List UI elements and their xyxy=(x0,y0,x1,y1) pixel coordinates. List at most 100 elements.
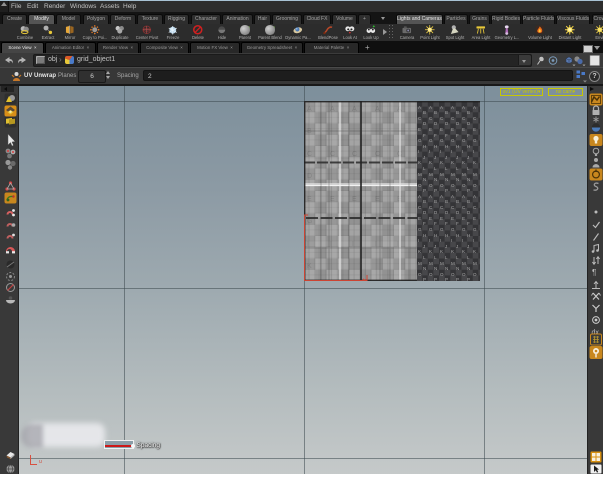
svg-text:M: M xyxy=(440,172,444,177)
svg-text:A: A xyxy=(440,105,443,110)
svg-text:N: N xyxy=(445,266,448,271)
svg-text:G: G xyxy=(462,138,466,143)
svg-text:K: K xyxy=(462,249,465,254)
svg-text:M: M xyxy=(429,172,433,177)
svg-text:I: I xyxy=(429,238,430,243)
svg-text:B: B xyxy=(467,110,470,115)
svg-text:F: F xyxy=(456,221,459,226)
svg-text:B: B xyxy=(434,199,437,204)
svg-text:A: A xyxy=(418,105,421,110)
svg-text:E: E xyxy=(451,127,454,132)
svg-text:H: H xyxy=(467,144,470,149)
svg-text:B: B xyxy=(423,199,426,204)
svg-text:M: M xyxy=(462,172,466,177)
svg-text:E: E xyxy=(440,127,443,132)
svg-text:P: P xyxy=(445,188,448,193)
svg-text:J: J xyxy=(445,244,447,249)
svg-text:A: A xyxy=(429,105,432,110)
svg-text:A: A xyxy=(440,194,443,199)
svg-text:M: M xyxy=(418,261,422,266)
svg-text:K: K xyxy=(451,160,454,165)
svg-text:E: E xyxy=(462,216,465,221)
svg-text:H: H xyxy=(445,144,448,149)
svg-text:G: G xyxy=(418,138,422,143)
svg-text:K: K xyxy=(440,160,443,165)
svg-text:P: P xyxy=(434,188,437,193)
svg-text:O: O xyxy=(462,183,466,188)
svg-text:E: E xyxy=(418,127,421,132)
svg-text:O: O xyxy=(429,183,433,188)
svg-text:M: M xyxy=(418,172,422,177)
svg-text:J: J xyxy=(434,155,436,160)
svg-text:B: B xyxy=(456,110,459,115)
svg-text:K: K xyxy=(429,249,432,254)
svg-text:P: P xyxy=(456,277,459,281)
svg-text:B: B xyxy=(467,199,470,204)
svg-text:P: P xyxy=(467,277,470,281)
svg-text:E: E xyxy=(418,216,421,221)
svg-text:H: H xyxy=(434,144,437,149)
svg-text:K: K xyxy=(429,160,432,165)
svg-text:I: I xyxy=(473,149,474,154)
svg-text:A: A xyxy=(462,194,465,199)
svg-text:K: K xyxy=(440,249,443,254)
svg-text:G: G xyxy=(473,227,477,232)
svg-text:J: J xyxy=(467,244,469,249)
svg-text:A: A xyxy=(418,194,421,199)
svg-text:G: G xyxy=(462,227,466,232)
svg-text:E: E xyxy=(440,216,443,221)
svg-text:K: K xyxy=(473,160,476,165)
svg-text:N: N xyxy=(445,177,448,182)
svg-text:I: I xyxy=(462,149,463,154)
svg-text:F: F xyxy=(467,221,470,226)
svg-text:I: I xyxy=(418,238,419,243)
svg-text:F: F xyxy=(456,133,459,138)
svg-text:I: I xyxy=(451,238,452,243)
svg-text:O: O xyxy=(473,272,477,277)
svg-text:M: M xyxy=(440,261,444,266)
svg-text:I: I xyxy=(440,149,441,154)
svg-text:H: H xyxy=(467,233,470,238)
svg-text:G: G xyxy=(440,138,444,143)
svg-text:M: M xyxy=(429,261,433,266)
svg-text:P: P xyxy=(456,188,459,193)
svg-text:F: F xyxy=(434,133,437,138)
svg-text:I: I xyxy=(473,238,474,243)
svg-text:B: B xyxy=(456,199,459,204)
svg-text:B: B xyxy=(434,110,437,115)
svg-text:K: K xyxy=(473,249,476,254)
svg-text:M: M xyxy=(462,261,466,266)
svg-text:I: I xyxy=(440,238,441,243)
svg-text:N: N xyxy=(467,177,470,182)
svg-text:P: P xyxy=(423,277,426,281)
svg-text:F: F xyxy=(445,221,448,226)
svg-text:H: H xyxy=(434,233,437,238)
svg-text:G: G xyxy=(418,227,422,232)
svg-text:O: O xyxy=(473,183,477,188)
svg-text:I: I xyxy=(429,149,430,154)
svg-text:H: H xyxy=(456,144,459,149)
svg-text:J: J xyxy=(445,155,447,160)
svg-text:H: H xyxy=(445,233,448,238)
svg-text:J: J xyxy=(456,244,458,249)
svg-text:N: N xyxy=(467,266,470,271)
svg-text:G: G xyxy=(429,138,433,143)
svg-text:B: B xyxy=(445,110,448,115)
svg-text:A: A xyxy=(451,105,454,110)
svg-text:P: P xyxy=(423,188,426,193)
svg-text:A: A xyxy=(473,194,476,199)
svg-text:B: B xyxy=(445,199,448,204)
svg-text:M: M xyxy=(473,261,477,266)
svg-text:K: K xyxy=(418,249,421,254)
svg-text:A: A xyxy=(462,105,465,110)
svg-text:K: K xyxy=(462,160,465,165)
svg-text:F: F xyxy=(467,133,470,138)
svg-text:F: F xyxy=(434,221,437,226)
svg-text:M: M xyxy=(451,172,455,177)
svg-text:E: E xyxy=(429,216,432,221)
svg-text:F: F xyxy=(445,133,448,138)
svg-text:A: A xyxy=(429,194,432,199)
svg-text:G: G xyxy=(451,227,455,232)
svg-text:¶: ¶ xyxy=(592,268,596,277)
svg-text:M: M xyxy=(451,261,455,266)
